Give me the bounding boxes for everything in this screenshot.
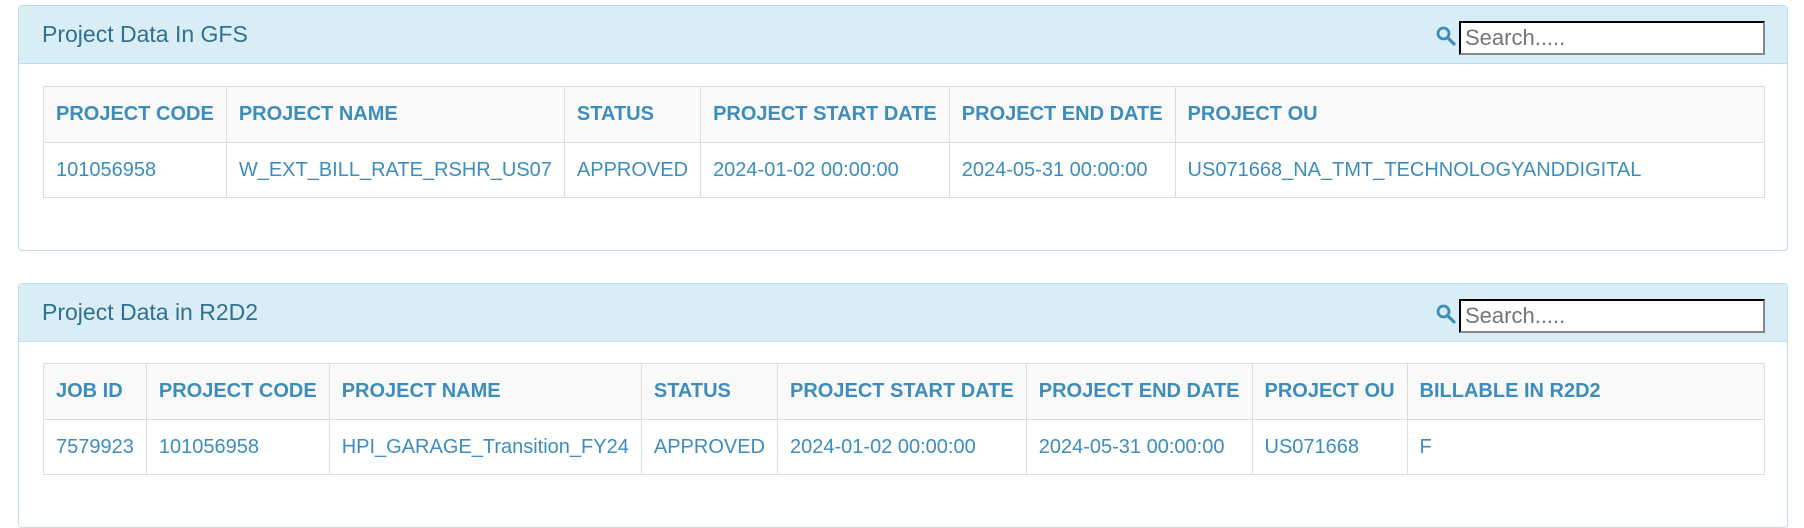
column-header-project-ou[interactable]: PROJECT OU [1174,86,1766,143]
column-header-status[interactable]: STATUS [563,86,702,143]
cell-project-end-date: 2024-05-31 00:00:00 [1025,419,1253,475]
table-row[interactable]: 7579923 101056958 HPI_GARAGE_Transition_… [43,419,1766,475]
gfs-search [1436,21,1765,55]
column-header-billable-in-r2d2[interactable]: BILLABLE IN R2D2 [1406,363,1766,420]
table-row[interactable]: 101056958 W_EXT_BILL_RATE_RSHR_US07 APPR… [43,142,1766,198]
gfs-panel-heading: Project Data In GFS [19,6,1787,64]
cell-project-start-date: 2024-01-02 00:00:00 [700,142,950,198]
r2d2-panel-title: Project Data in R2D2 [42,299,259,325]
cell-project-name: HPI_GARAGE_Transition_FY24 [328,419,642,475]
table-header-row: JOB ID PROJECT CODE PROJECT NAME STATUS … [43,363,1766,420]
cell-project-ou: US071668_NA_TMT_TECHNOLOGYANDDIGITAL [1174,142,1766,198]
column-header-project-end-date[interactable]: PROJECT END DATE [1025,363,1253,420]
cell-project-end-date: 2024-05-31 00:00:00 [948,142,1176,198]
column-header-project-code[interactable]: PROJECT CODE [43,86,227,143]
column-header-status[interactable]: STATUS [640,363,779,420]
r2d2-panel-heading: Project Data in R2D2 [19,284,1787,342]
r2d2-search-input[interactable] [1459,299,1765,333]
table-header-row: PROJECT CODE PROJECT NAME STATUS PROJECT… [43,86,1766,143]
column-header-project-ou[interactable]: PROJECT OU [1251,363,1408,420]
cell-project-code: 101056958 [145,419,330,475]
cell-billable-in-r2d2: F [1406,419,1766,475]
search-icon [1435,303,1457,325]
column-header-project-start-date[interactable]: PROJECT START DATE [777,363,1027,420]
search-icon [1435,25,1457,47]
column-header-project-name[interactable]: PROJECT NAME [225,86,565,143]
gfs-search-input[interactable] [1459,21,1765,55]
gfs-table: PROJECT CODE PROJECT NAME STATUS PROJECT… [43,86,1766,198]
cell-status: APPROVED [563,142,702,198]
cell-project-name: W_EXT_BILL_RATE_RSHR_US07 [225,142,565,198]
column-header-project-start-date[interactable]: PROJECT START DATE [700,86,950,143]
cell-project-start-date: 2024-01-02 00:00:00 [777,419,1027,475]
cell-job-id: 7579923 [43,419,147,475]
r2d2-panel: Project Data in R2D2 JOB ID PROJECT CODE… [18,283,1788,528]
column-header-project-end-date[interactable]: PROJECT END DATE [948,86,1176,143]
column-header-job-id[interactable]: JOB ID [43,363,147,420]
gfs-panel-title: Project Data In GFS [42,21,248,47]
r2d2-table: JOB ID PROJECT CODE PROJECT NAME STATUS … [43,363,1766,475]
gfs-panel: Project Data In GFS PROJECT CODE PROJECT… [18,5,1788,251]
cell-project-code: 101056958 [43,142,227,198]
cell-status: APPROVED [640,419,779,475]
column-header-project-name[interactable]: PROJECT NAME [328,363,642,420]
r2d2-search [1436,299,1765,333]
column-header-project-code[interactable]: PROJECT CODE [145,363,330,420]
cell-project-ou: US071668 [1251,419,1408,475]
